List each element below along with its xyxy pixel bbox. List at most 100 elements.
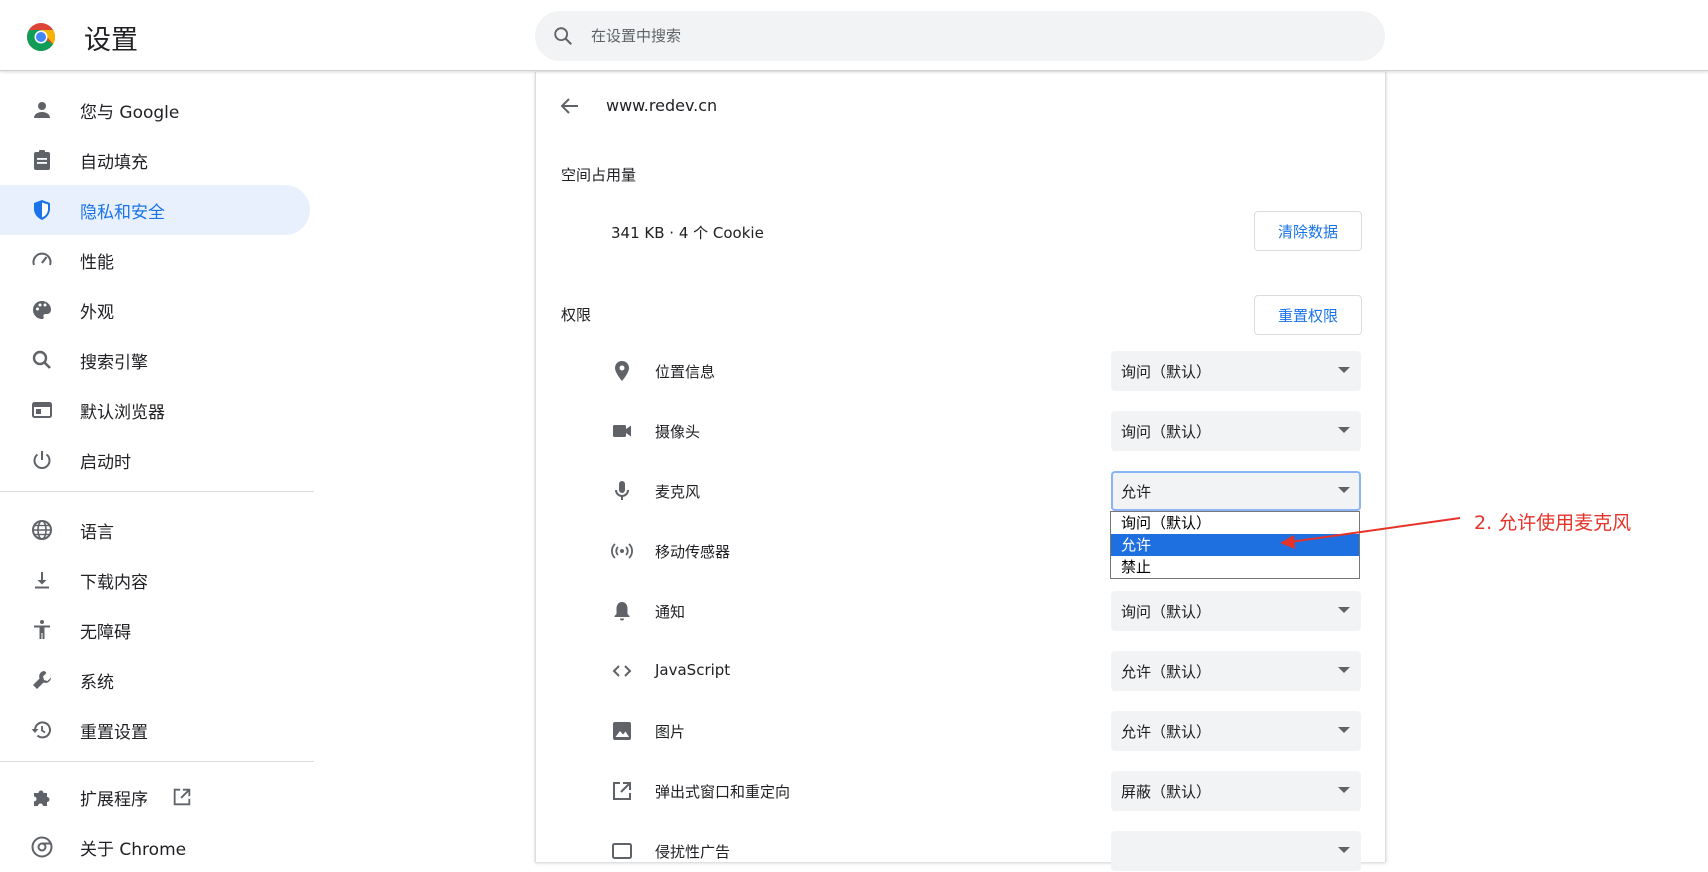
sidebar-item-autofill[interactable]: 自动填充 (0, 135, 310, 185)
person-icon (34, 102, 50, 118)
javascript-select[interactable]: 允许（默认） (1111, 651, 1361, 691)
open-in-new-icon (613, 782, 631, 800)
camera-select[interactable]: 询问（默认） (1111, 411, 1361, 451)
sidebar-item-appearance[interactable]: 外观 (0, 285, 310, 335)
reset-permissions-button[interactable]: 重置权限 (1254, 295, 1362, 335)
permission-label: 弹出式窗口和重定向 (655, 783, 791, 801)
chevron-down-icon (1338, 847, 1350, 853)
dropdown-option-allow[interactable]: 允许 (1111, 534, 1359, 556)
select-value: 询问（默认） (1121, 603, 1212, 621)
sidebar-item-label: 下载内容 (80, 573, 148, 593)
chevron-down-icon (1338, 487, 1350, 493)
search-input[interactable] (591, 21, 1351, 51)
sidebar-item-languages[interactable]: 语言 (0, 505, 310, 555)
clear-data-button[interactable]: 清除数据 (1254, 211, 1362, 251)
dropdown-option-block[interactable]: 禁止 (1111, 556, 1359, 578)
chrome-logo-icon (27, 23, 55, 51)
sidebar-item-label: 搜索引擎 (80, 353, 148, 373)
search-box[interactable] (535, 11, 1385, 61)
microphone-select[interactable]: 允许 (1111, 471, 1361, 511)
select-value: 允许（默认） (1121, 663, 1212, 681)
sidebar-item-extensions[interactable]: 扩展程序 (0, 772, 310, 822)
header: 设置 (0, 0, 1708, 71)
speedometer-icon (32, 252, 52, 266)
history-icon (31, 721, 51, 739)
accessibility-icon (34, 620, 50, 639)
permission-row-javascript: JavaScript 允许（默认） (536, 651, 1387, 691)
select-value: 屏蔽（默认） (1121, 783, 1212, 801)
permission-row-microphone: 麦克风 允许 (536, 471, 1387, 511)
motion-sensor-icon (611, 543, 633, 559)
image-icon (613, 722, 631, 740)
search-icon (32, 350, 51, 369)
sidebar-item-on-startup[interactable]: 启动时 (0, 435, 310, 485)
microphone-dropdown-list: 询问（默认） 允许 禁止 (1110, 511, 1360, 579)
sidebar-divider (0, 761, 314, 762)
dropdown-option-ask[interactable]: 询问（默认） (1111, 512, 1359, 534)
bell-icon (614, 602, 630, 621)
select-value: 允许 (1121, 483, 1152, 501)
open-in-new-icon[interactable] (171, 786, 193, 808)
chevron-down-icon (1338, 727, 1350, 733)
download-icon (35, 572, 49, 589)
permission-label: 移动传感器 (655, 543, 731, 561)
select-value: 允许（默认） (1121, 723, 1212, 741)
sidebar-item-search-engine[interactable]: 搜索引擎 (0, 335, 310, 385)
microphone-icon (615, 481, 629, 500)
sidebar-item-default-browser[interactable]: 默认浏览器 (0, 385, 310, 435)
intrusive-ads-select[interactable] (1111, 831, 1361, 871)
globe-icon (32, 520, 52, 540)
notifications-select[interactable]: 询问（默认） (1111, 591, 1361, 631)
sidebar-item-label: 隐私和安全 (80, 203, 165, 223)
search-icon (554, 27, 572, 45)
images-select[interactable]: 允许（默认） (1111, 711, 1361, 751)
popups-select[interactable]: 屏蔽（默认） (1111, 771, 1361, 811)
sidebar-item-accessibility[interactable]: 无障碍 (0, 605, 310, 655)
usage-text: 341 KB · 4 个 Cookie (611, 224, 764, 242)
permission-label: 位置信息 (655, 363, 716, 381)
permission-label: 侵扰性广告 (655, 843, 731, 861)
sidebar-item-performance[interactable]: 性能 (0, 235, 310, 285)
sidebar-item-downloads[interactable]: 下载内容 (0, 555, 310, 605)
code-icon (612, 665, 632, 677)
palette-icon (33, 301, 51, 319)
select-value: 询问（默认） (1121, 423, 1212, 441)
permissions-section-title: 权限 (561, 306, 592, 324)
location-select[interactable]: 询问（默认） (1111, 351, 1361, 391)
sidebar-item-privacy-security[interactable]: 隐私和安全 (0, 185, 310, 235)
permission-label: 摄像头 (655, 423, 701, 441)
chevron-down-icon (1338, 607, 1350, 613)
sidebar-item-system[interactable]: 系统 (0, 655, 310, 705)
sidebar-item-label: 语言 (80, 523, 114, 543)
select-value: 询问（默认） (1121, 363, 1212, 381)
permission-row-intrusive-ads: 侵扰性广告 (536, 831, 1387, 871)
wrench-icon (33, 671, 51, 689)
chevron-down-icon (1338, 787, 1350, 793)
sidebar-item-label: 您与 Google (80, 103, 180, 123)
arrow-back-icon[interactable] (558, 94, 582, 118)
sidebar-item-label: 系统 (80, 673, 114, 693)
sidebar-item-reset-settings[interactable]: 重置设置 (0, 705, 310, 755)
chrome-icon (31, 836, 53, 858)
sidebar-item-label: 扩展程序 (80, 790, 148, 810)
sidebar-item-label: 无障碍 (80, 623, 131, 643)
permission-row-camera: 摄像头 询问（默认） (536, 411, 1387, 451)
chevron-down-icon (1338, 367, 1350, 373)
sidebar-item-you-and-google[interactable]: 您与 Google (0, 85, 310, 135)
permission-row-notifications: 通知 询问（默认） (536, 591, 1387, 631)
page-title: 设置 (84, 25, 138, 56)
site-settings-card: www.redev.cn 空间占用量 341 KB · 4 个 Cookie 清… (535, 72, 1387, 871)
sidebar-item-label: 默认浏览器 (80, 403, 165, 423)
permission-row-location: 位置信息 询问（默认） (536, 351, 1387, 391)
annotation-label: 2. 允许使用麦克风 (1474, 512, 1632, 534)
sidebar-item-label: 关于 Chrome (80, 840, 187, 860)
sidebar-item-label: 启动时 (80, 453, 131, 473)
site-title: www.redev.cn (606, 96, 718, 115)
sidebar-item-label: 外观 (80, 303, 114, 323)
sidebar-item-about-chrome[interactable]: 关于 Chrome (0, 822, 310, 872)
puzzle-icon (34, 790, 50, 806)
ads-icon (612, 843, 632, 859)
permission-label: 通知 (655, 603, 686, 621)
chevron-down-icon (1338, 667, 1350, 673)
permission-row-popups: 弹出式窗口和重定向 屏蔽（默认） (536, 771, 1387, 811)
